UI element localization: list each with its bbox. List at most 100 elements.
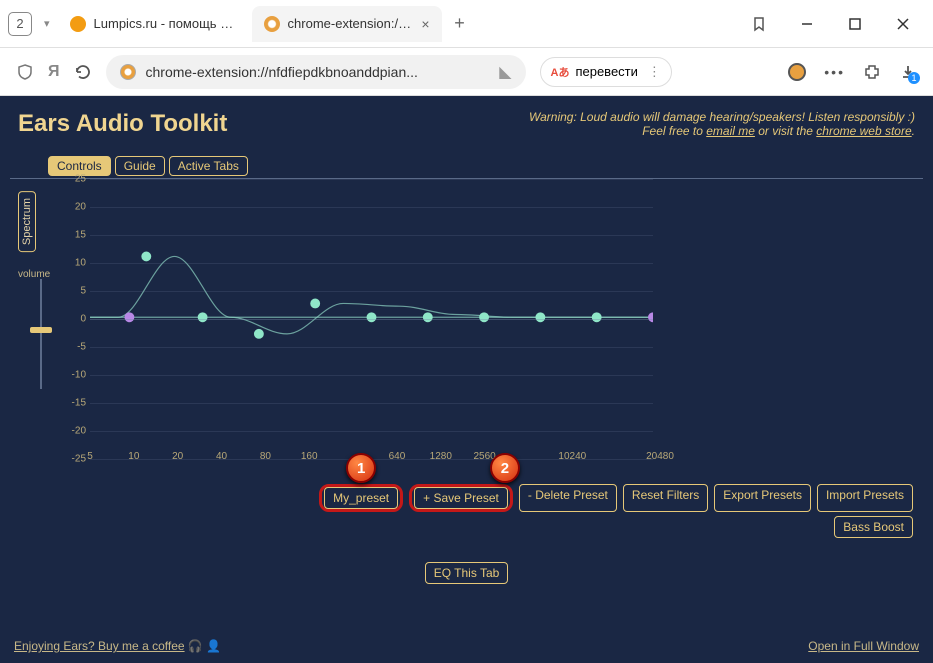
browser-tab-2[interactable]: chrome-extension://nfd × <box>252 6 442 42</box>
chevron-down-icon[interactable]: ▾ <box>44 17 50 30</box>
maximize-button[interactable] <box>833 8 877 40</box>
extensions-icon[interactable] <box>863 63 881 81</box>
url-field[interactable]: chrome-extension://nfdfiepdkbnoanddpian.… <box>106 55 526 89</box>
x-tick: 20 <box>172 451 183 462</box>
close-icon[interactable]: × <box>421 16 429 32</box>
eq-handle[interactable] <box>479 312 489 322</box>
delete-preset-button[interactable]: - Delete Preset <box>519 484 617 512</box>
export-presets-button[interactable]: Export Presets <box>714 484 811 512</box>
preset-name-input[interactable]: My_preset <box>324 487 398 509</box>
store-link[interactable]: chrome web store <box>816 124 911 138</box>
bass-boost-button[interactable]: Bass Boost <box>834 516 913 538</box>
eq-chart[interactable]: 2520151050-5-10-15-20-255102040801606401… <box>62 179 653 458</box>
x-tick: 160 <box>301 451 318 462</box>
email-link[interactable]: email me <box>706 124 755 138</box>
preset-buttons-row: 1 My_preset 2 + Save Preset - Delete Pre… <box>10 478 923 516</box>
gridline <box>90 291 653 292</box>
y-tick: 10 <box>62 258 86 269</box>
extension-icon[interactable] <box>788 63 806 81</box>
eq-handle-edge[interactable] <box>648 312 653 322</box>
x-tick: 10240 <box>558 451 586 462</box>
gridline <box>90 263 653 264</box>
eq-handle-edge[interactable] <box>124 312 134 322</box>
app-content: Ears Audio Toolkit Warning: Loud audio w… <box>0 96 933 663</box>
tab-active[interactable]: Active Tabs <box>169 156 248 176</box>
gridline <box>90 235 653 236</box>
translate-button[interactable]: Aあ перевести ⋮ <box>540 57 672 87</box>
reload-icon[interactable] <box>74 63 92 81</box>
shield-icon[interactable] <box>16 63 34 81</box>
x-tick: 640 <box>389 451 406 462</box>
y-tick: 15 <box>62 230 86 241</box>
new-tab-button[interactable]: + <box>446 10 474 38</box>
save-preset-button[interactable]: + Save Preset <box>414 487 508 509</box>
tab-title: chrome-extension://nfd <box>288 16 414 31</box>
tab-title: Lumpics.ru - помощь с ком <box>94 16 236 31</box>
eq-handle[interactable] <box>367 312 377 322</box>
badge-1: 1 <box>346 453 376 483</box>
downloads-icon[interactable] <box>899 63 917 81</box>
import-presets-button[interactable]: Import Presets <box>817 484 913 512</box>
coffee-link[interactable]: Enjoying Ears? Buy me a coffee <box>14 639 185 653</box>
gridline <box>90 375 653 376</box>
y-tick: 25 <box>62 174 86 185</box>
y-tick: -25 <box>62 454 86 465</box>
app-tabs: Controls Guide Active Tabs <box>10 156 923 176</box>
browser-tab-1[interactable]: Lumpics.ru - помощь с ком <box>58 6 248 42</box>
warning-text: Warning: Loud audio will damage hearing/… <box>529 110 915 138</box>
bookmark-flag-icon[interactable]: ◣ <box>499 62 511 82</box>
eq-handle[interactable] <box>310 299 320 309</box>
y-tick: 5 <box>62 286 86 297</box>
more-icon[interactable]: ••• <box>824 64 845 80</box>
app-footer: Enjoying Ears? Buy me a coffee 🎧 👤 Open … <box>14 639 919 653</box>
x-tick: 10 <box>128 451 139 462</box>
eq-curves[interactable] <box>90 179 653 456</box>
y-tick: -5 <box>62 342 86 353</box>
x-tick: 80 <box>260 451 271 462</box>
y-tick: 20 <box>62 202 86 213</box>
volume-label: volume <box>18 269 50 280</box>
eq-handle[interactable] <box>592 312 602 322</box>
gridline <box>90 207 653 208</box>
site-icon <box>120 64 136 80</box>
yandex-icon[interactable]: Я <box>48 63 60 81</box>
x-tick: 5 <box>87 451 93 462</box>
highlight-1: 1 My_preset <box>319 484 403 512</box>
browser-tab-strip: 2 ▾ Lumpics.ru - помощь с ком chrome-ext… <box>0 0 933 48</box>
eq-panel: Spectrum volume 2520151050-5-10-15-20-25… <box>10 178 923 478</box>
eq-handle[interactable] <box>254 329 264 339</box>
reset-filters-button[interactable]: Reset Filters <box>623 484 708 512</box>
app-title: Ears Audio Toolkit <box>18 110 227 138</box>
gridline <box>90 179 653 180</box>
gridline <box>90 431 653 432</box>
gridline <box>90 319 653 320</box>
bookmark-icon[interactable] <box>737 8 781 40</box>
badge-2: 2 <box>490 453 520 483</box>
close-button[interactable] <box>881 8 925 40</box>
eq-handle[interactable] <box>198 312 208 322</box>
gridline <box>90 347 653 348</box>
open-full-window-link[interactable]: Open in Full Window <box>808 639 919 653</box>
x-tick: 20480 <box>646 451 674 462</box>
minimize-button[interactable] <box>785 8 829 40</box>
y-tick: -10 <box>62 370 86 381</box>
tab-guide[interactable]: Guide <box>115 156 165 176</box>
address-bar: Я chrome-extension://nfdfiepdkbnoanddpia… <box>0 48 933 96</box>
eq-this-tab-button[interactable]: EQ This Tab <box>425 562 509 584</box>
volume-slider-thumb[interactable] <box>30 327 52 333</box>
tab-counter[interactable]: 2 <box>8 12 32 36</box>
spectrum-tab[interactable]: Spectrum <box>18 191 36 252</box>
preset-buttons-row-2: Bass Boost <box>10 516 923 548</box>
eq-handle[interactable] <box>141 251 151 261</box>
x-tick: 1280 <box>430 451 452 462</box>
y-tick: 0 <box>62 314 86 325</box>
x-tick: 40 <box>216 451 227 462</box>
eq-handle[interactable] <box>423 312 433 322</box>
eq-handle[interactable] <box>535 312 545 322</box>
url-text: chrome-extension://nfdfiepdkbnoanddpian.… <box>146 64 418 80</box>
gridline <box>90 403 653 404</box>
favicon-2 <box>264 16 280 32</box>
favicon-1 <box>70 16 86 32</box>
volume-slider-track[interactable] <box>40 279 42 389</box>
translate-label: перевести <box>575 64 637 79</box>
